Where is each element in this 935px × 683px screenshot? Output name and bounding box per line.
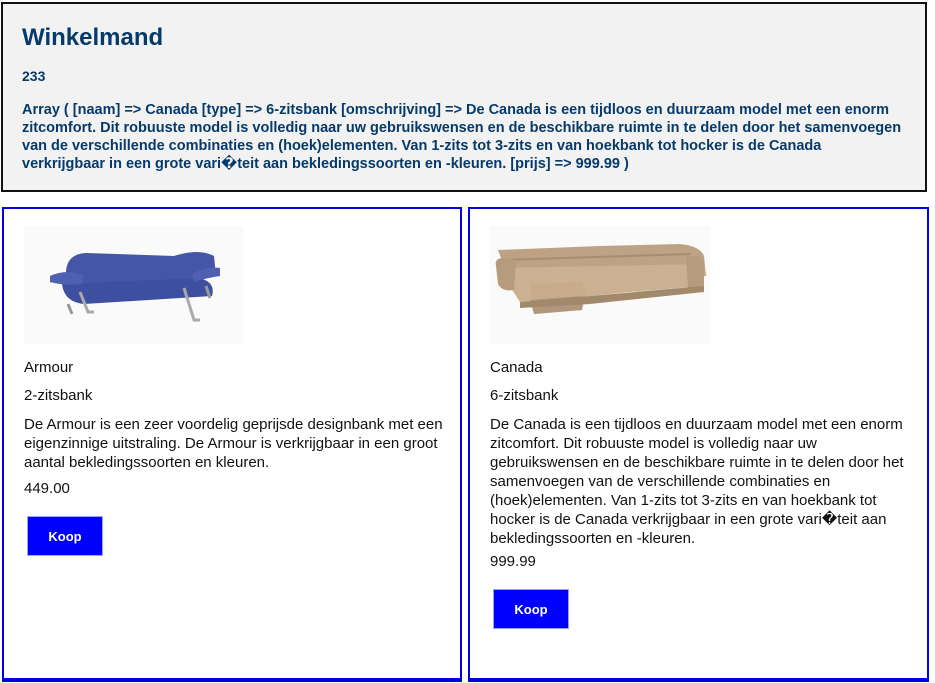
beige-corner-sofa-image [490, 226, 710, 344]
product-card-canada: Canada 6-zitsbank De Canada is een tijdl… [468, 207, 929, 682]
product-description: De Armour is een zeer voordelig geprijsd… [24, 416, 443, 471]
product-price: 999.99 [490, 553, 536, 570]
cart-summary: Winkelmand 233 Array ( [naam] => Canada … [1, 2, 927, 192]
product-description: De Canada is een tijdloos en duurzaam mo… [490, 416, 904, 547]
cart-count: 233 [22, 68, 46, 84]
buy-button[interactable]: Koop [493, 589, 569, 629]
product-name: Armour [24, 359, 74, 376]
product-type: 6-zitsbank [490, 387, 559, 404]
buy-button[interactable]: Koop [27, 516, 103, 556]
blue-sofa-image [24, 226, 244, 344]
product-price: 449.00 [24, 480, 70, 497]
cart-debug-dump: Array ( [naam] => Canada [type] => 6-zit… [22, 102, 902, 172]
cart-title: Winkelmand [22, 24, 164, 51]
product-card-armour: Armour 2-zitsbank De Armour is een zeer … [2, 207, 462, 682]
product-type: 2-zitsbank [24, 387, 93, 404]
product-name: Canada [490, 359, 543, 376]
